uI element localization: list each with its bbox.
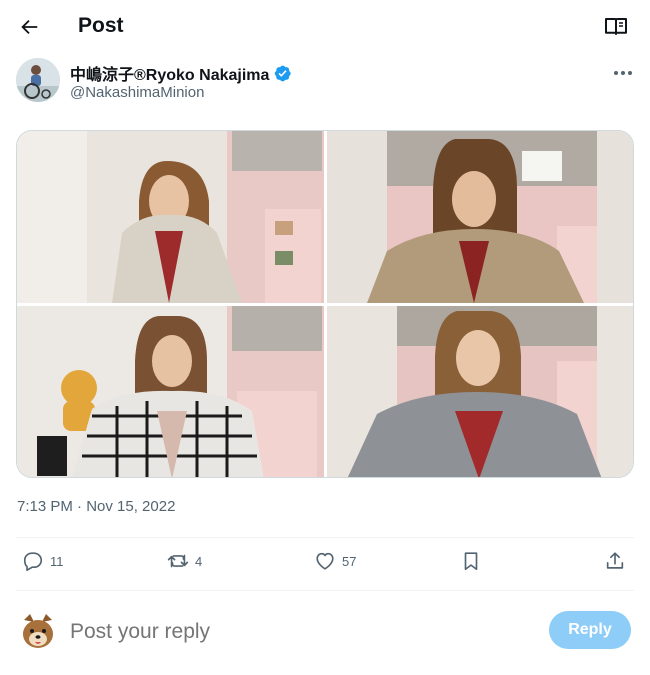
action-bar: 11 4 57 <box>16 544 634 584</box>
avatar[interactable] <box>16 58 60 102</box>
repost-icon <box>167 554 189 568</box>
reply-action[interactable]: 11 <box>22 550 64 572</box>
repost-count: 4 <box>195 553 203 569</box>
tweet-photo-1[interactable] <box>17 131 324 303</box>
share-action[interactable] <box>604 550 626 572</box>
reply-icon <box>23 552 43 571</box>
like-count: 57 <box>342 553 357 569</box>
tweet-timestamp[interactable]: 7:13 PM · Nov 15, 2022 <box>17 498 175 515</box>
reply-composer: Reply <box>16 608 634 656</box>
author-name-text: 中嶋涼子®Ryoko Nakajima <box>70 67 270 84</box>
page-title: Post <box>78 14 124 37</box>
media-grid <box>16 130 634 478</box>
heart-icon <box>316 552 334 570</box>
author-handle[interactable]: @NakashimaMinion <box>70 84 204 101</box>
bookmark-icon <box>464 552 478 571</box>
author-row: 中嶋涼子®Ryoko Nakajima @NakashimaMinion <box>16 58 636 106</box>
back-button[interactable] <box>14 12 44 42</box>
arrow-left-icon <box>21 19 38 35</box>
verified-badge-icon <box>275 65 292 81</box>
repost-action[interactable]: 4 <box>167 550 202 572</box>
divider <box>16 537 634 538</box>
divider <box>16 590 634 591</box>
bookmark-action[interactable] <box>460 550 482 572</box>
reply-count: 11 <box>50 553 64 569</box>
reader-mode-button[interactable] <box>604 14 630 40</box>
book-icon <box>605 18 627 35</box>
more-options-button[interactable] <box>610 62 636 84</box>
top-bar: Post <box>0 0 650 54</box>
share-icon <box>606 552 624 569</box>
author-name[interactable]: 中嶋涼子®Ryoko Nakajima <box>70 61 292 85</box>
tweet-photo-3[interactable] <box>17 306 324 477</box>
reply-input[interactable] <box>70 618 510 646</box>
tweet-photo-2[interactable] <box>327 131 633 303</box>
tweet-photo-4[interactable] <box>327 306 633 477</box>
like-action[interactable]: 57 <box>314 550 356 572</box>
more-horizontal-icon <box>614 71 632 75</box>
current-user-avatar[interactable] <box>16 610 60 654</box>
reply-button[interactable]: Reply <box>549 611 631 649</box>
